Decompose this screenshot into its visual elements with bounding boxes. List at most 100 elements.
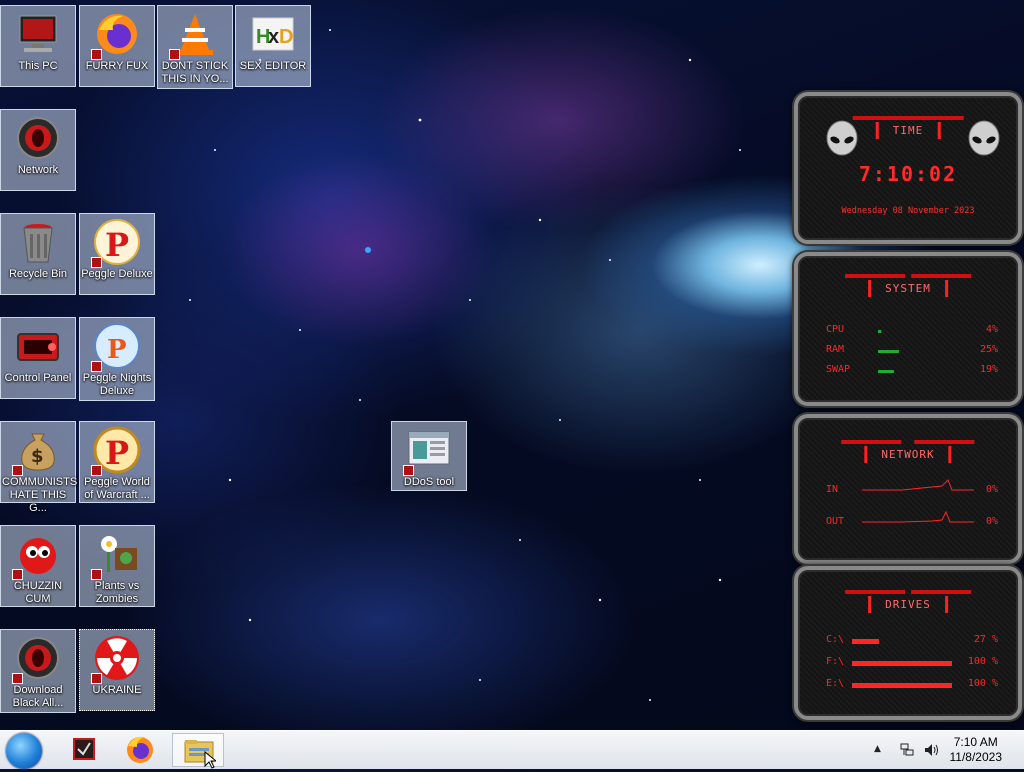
taskbar-clock[interactable]: 7:10 AM 11/8/2023 [950, 735, 1003, 765]
desktop-icon-furry-fux[interactable]: FURRY FUX [79, 5, 155, 87]
net-out-value: 0% [985, 516, 998, 527]
start-button[interactable] [6, 733, 42, 769]
cpu-row: CPU 4% [826, 324, 998, 338]
alien-icon [12, 634, 62, 684]
net-in-row: IN 0% [826, 479, 998, 498]
desktop-icon-label: Network [17, 164, 59, 176]
recycle-bin-icon [14, 218, 62, 266]
desktop-icon-peggle-wow[interactable]: P Peggle World of Warcraft ... [79, 421, 155, 503]
drive-e-meter [852, 681, 952, 688]
shortcut-badge [169, 49, 180, 60]
alien-head-icon [968, 120, 1000, 156]
cpu-meter [878, 327, 962, 333]
volume-icon[interactable] [924, 743, 938, 757]
desktop-icon-this-pc[interactable]: This PC [0, 5, 76, 87]
firefox-icon [127, 736, 153, 763]
shortcut-badge [91, 465, 102, 476]
net-out-graph [862, 510, 974, 523]
show-hidden-icons-icon[interactable]: ▲ [874, 744, 888, 758]
desktop-icon-peggle-nights[interactable]: P Peggle Nights Deluxe [79, 317, 155, 401]
svg-text:$: $ [31, 446, 44, 467]
net-out-label: OUT [826, 516, 845, 527]
hxd-icon: HxD [249, 10, 297, 58]
drive-c-row: C:\ 27 % [826, 634, 998, 648]
time-widget: TIME 7:10:02 Wednesday 08 November 2023 [794, 92, 1022, 244]
swap-label: SWAP [826, 364, 851, 375]
desktop-icon-label: DDoS tool [403, 476, 455, 488]
shortcut-badge [403, 465, 414, 476]
net-in-value: 0% [985, 484, 998, 495]
svg-text:D: D [279, 26, 293, 48]
media-app-icon [73, 738, 95, 760]
drive-f-label: F:\ [826, 656, 845, 667]
desktop-icon-dont-stick[interactable]: DONT STICK THIS IN YO... [157, 5, 233, 89]
desktop-icon-label: SEX EDITOR [239, 60, 307, 72]
taskbar-firefox[interactable] [114, 733, 166, 767]
shortcut-badge [91, 361, 102, 372]
desktop-icon-network[interactable]: Network [0, 109, 76, 191]
taskbar-media-app[interactable] [58, 733, 110, 767]
desktop-icon-chuzzin[interactable]: CHUZZIN CUM [0, 525, 76, 607]
desktop-icon-plants-vs-zombies[interactable]: Plants vs Zombies [79, 525, 155, 607]
swap-value: 19% [979, 364, 998, 375]
control-panel-icon [14, 322, 62, 370]
desktop-icon-sex-editor[interactable]: HxD SEX EDITOR [235, 5, 311, 87]
window-app-icon [403, 426, 453, 476]
shortcut-badge [91, 569, 102, 580]
network-icon [14, 114, 62, 162]
network-status-icon[interactable] [900, 743, 914, 757]
mouse-cursor-icon [204, 751, 216, 769]
clock-time: 7:10 AM [953, 735, 998, 749]
net-in-graph [862, 479, 974, 491]
network-widget: NETWORK IN 0% OUT 0% [794, 414, 1022, 564]
desktop-icon-label: Peggle Nights Deluxe [82, 372, 152, 397]
svg-text:P: P [105, 226, 129, 264]
desktop-icon-recycle-bin[interactable]: Recycle Bin [0, 213, 76, 295]
system-title: SYSTEM [845, 274, 971, 297]
taskbar: ▲ 7:10 AM 11/8/2023 [0, 730, 1024, 769]
desktop-icon-label: This PC [18, 60, 58, 72]
plants-vs-zombies-icon [91, 530, 141, 580]
firefox-icon [91, 10, 141, 60]
drive-f-row: F:\ 100 % [826, 656, 998, 670]
drive-c-meter [852, 637, 952, 644]
peggle-wow-icon: P [91, 426, 141, 476]
drive-e-row: E:\ 100 % [826, 678, 998, 692]
desktop-icon-ukraine[interactable]: UKRAINE [79, 629, 155, 711]
desktop-icon-ddos-tool[interactable]: DDoS tool [391, 421, 467, 491]
cpu-label: CPU [826, 324, 845, 335]
drive-f-value: 100 % [967, 656, 998, 667]
radiation-icon [91, 634, 141, 684]
desktop-icon-communists[interactable]: $ COMMUNISTS HATE THIS G... [0, 421, 77, 514]
shortcut-badge [91, 257, 102, 268]
drive-c-label: C:\ [826, 634, 845, 645]
desktop-icon-download[interactable]: Download Black All... [0, 629, 76, 713]
desktop-icon-label: Download Black All... [12, 684, 64, 709]
drives-title: DRIVES [845, 590, 971, 613]
svg-text:P: P [107, 335, 127, 365]
peggle-nights-icon: P [91, 322, 141, 372]
desktop-icon-label: DONT STICK THIS IN YO... [161, 60, 229, 85]
clock-display: 7:10:02 [858, 162, 958, 186]
taskbar-file-explorer[interactable] [172, 733, 224, 767]
net-out-row: OUT 0% [826, 510, 998, 530]
desktop-icon-control-panel[interactable]: Control Panel [0, 317, 76, 399]
vlc-cone-icon [169, 10, 219, 60]
desktop-icon-peggle-deluxe[interactable]: P Peggle Deluxe [79, 213, 155, 295]
clock-date: 11/8/2023 [949, 750, 1003, 764]
desktop-icon-label: Recycle Bin [8, 268, 68, 280]
desktop-icon-label: COMMUNISTS HATE THIS G... [2, 476, 78, 514]
desktop-icon-label: Peggle Deluxe [81, 268, 153, 280]
chuzzle-icon [12, 530, 62, 580]
alien-head-icon [826, 120, 858, 156]
desktop-icon-label: UKRAINE [92, 684, 142, 696]
svg-text:P: P [105, 434, 129, 472]
drive-c-value: 27 % [973, 634, 998, 645]
ram-row: RAM 25% [826, 344, 998, 358]
svg-text:x: x [268, 26, 279, 48]
desktop-icon-label: Peggle World of Warcraft ... [84, 476, 150, 501]
drive-e-value: 100 % [967, 678, 998, 689]
computer-icon [14, 10, 62, 58]
cpu-value: 4% [985, 324, 998, 335]
time-title: TIME [852, 116, 963, 139]
